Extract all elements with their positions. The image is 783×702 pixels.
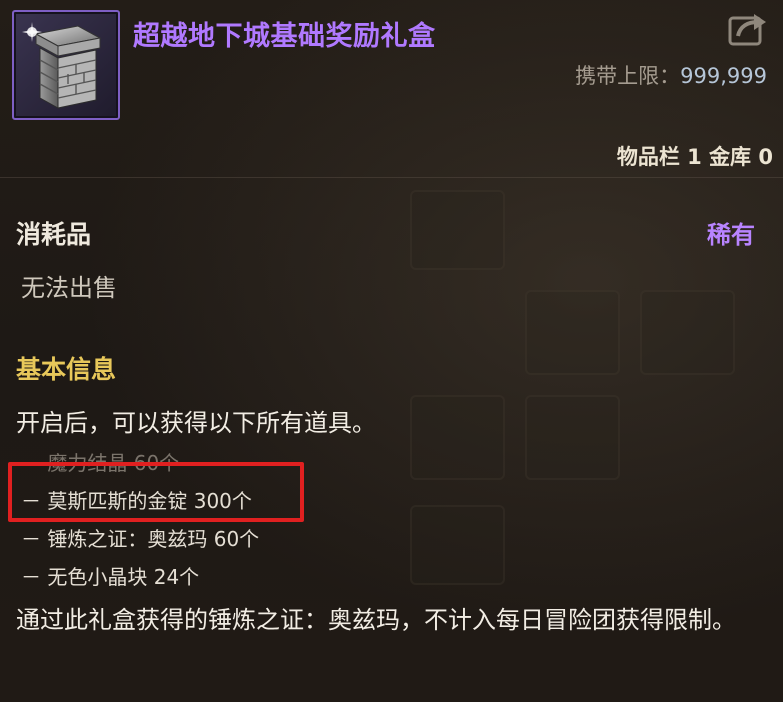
stone-gift-box-icon [12,10,120,120]
carry-limit-value: 999,999 [680,64,767,88]
background-slot [525,290,620,375]
list-item: － 锤炼之证：奥兹玛 60个 [21,527,260,551]
item-type: 消耗品 [16,220,92,249]
list-item: － 无色小晶块 24个 [21,565,200,589]
background-slot [410,395,505,480]
item-tooltip: 超越地下城基础奖励礼盒 携带上限：999,999 物品栏 1 金库 0 消耗品 … [0,0,783,702]
carry-limit: 携带上限：999,999 [575,60,767,90]
sell-status: 无法出售 [21,274,117,302]
storage-count: 物品栏 1 金库 0 [616,145,773,169]
share-icon[interactable] [722,10,770,50]
tooltip-header: 超越地下城基础奖励礼盒 携带上限：999,999 物品栏 1 金库 0 [0,0,783,178]
background-slot [525,395,620,480]
background-slot [410,190,505,270]
rarity-label: 稀有 [707,221,755,249]
basic-info-intro: 开启后，可以获得以下所有道具。 [16,409,376,437]
background-slot [640,290,735,375]
carry-limit-label: 携带上限： [575,64,681,88]
item-name: 超越地下城基础奖励礼盒 [133,21,436,52]
basic-info-title: 基本信息 [16,355,117,384]
background-slot [410,505,505,585]
basic-info-note: 通过此礼盒获得的锤炼之证：奥兹玛，不计入每日冒险团获得限制。 [16,606,736,634]
highlight-box [8,462,304,522]
